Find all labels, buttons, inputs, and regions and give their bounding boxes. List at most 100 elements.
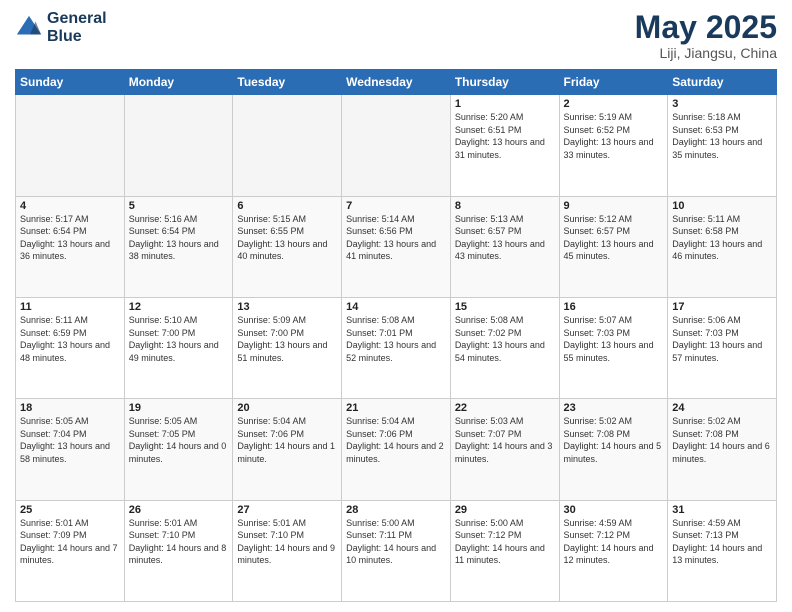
weekday-header: Tuesday bbox=[233, 70, 342, 95]
day-info: Sunrise: 5:07 AMSunset: 7:03 PMDaylight:… bbox=[564, 314, 664, 364]
day-number: 25 bbox=[20, 504, 120, 516]
day-info: Sunrise: 5:13 AMSunset: 6:57 PMDaylight:… bbox=[455, 213, 555, 263]
day-number: 5 bbox=[129, 200, 229, 212]
month-title: May 2025 bbox=[635, 10, 777, 45]
day-info: Sunrise: 5:11 AMSunset: 6:58 PMDaylight:… bbox=[672, 213, 772, 263]
day-info: Sunrise: 5:01 AMSunset: 7:10 PMDaylight:… bbox=[237, 517, 337, 567]
calendar-cell: 8Sunrise: 5:13 AMSunset: 6:57 PMDaylight… bbox=[450, 196, 559, 297]
calendar-cell bbox=[233, 95, 342, 196]
title-block: May 2025 Liji, Jiangsu, China bbox=[635, 10, 777, 61]
calendar-cell: 12Sunrise: 5:10 AMSunset: 7:00 PMDayligh… bbox=[124, 297, 233, 398]
day-info: Sunrise: 5:02 AMSunset: 7:08 PMDaylight:… bbox=[564, 415, 664, 465]
day-info: Sunrise: 5:04 AMSunset: 7:06 PMDaylight:… bbox=[237, 415, 337, 465]
calendar-cell: 26Sunrise: 5:01 AMSunset: 7:10 PMDayligh… bbox=[124, 500, 233, 601]
logo-text: General Blue bbox=[47, 10, 107, 45]
day-info: Sunrise: 5:03 AMSunset: 7:07 PMDaylight:… bbox=[455, 415, 555, 465]
day-number: 19 bbox=[129, 402, 229, 414]
day-info: Sunrise: 5:10 AMSunset: 7:00 PMDaylight:… bbox=[129, 314, 229, 364]
day-number: 16 bbox=[564, 301, 664, 313]
logo: General Blue bbox=[15, 10, 107, 45]
calendar-cell: 24Sunrise: 5:02 AMSunset: 7:08 PMDayligh… bbox=[668, 399, 777, 500]
day-number: 11 bbox=[20, 301, 120, 313]
day-number: 26 bbox=[129, 504, 229, 516]
calendar-cell: 13Sunrise: 5:09 AMSunset: 7:00 PMDayligh… bbox=[233, 297, 342, 398]
day-number: 21 bbox=[346, 402, 446, 414]
day-number: 1 bbox=[455, 98, 555, 110]
day-info: Sunrise: 5:18 AMSunset: 6:53 PMDaylight:… bbox=[672, 111, 772, 161]
calendar-cell: 6Sunrise: 5:15 AMSunset: 6:55 PMDaylight… bbox=[233, 196, 342, 297]
calendar-cell: 4Sunrise: 5:17 AMSunset: 6:54 PMDaylight… bbox=[16, 196, 125, 297]
day-info: Sunrise: 4:59 AMSunset: 7:12 PMDaylight:… bbox=[564, 517, 664, 567]
day-number: 4 bbox=[20, 200, 120, 212]
day-number: 6 bbox=[237, 200, 337, 212]
day-number: 14 bbox=[346, 301, 446, 313]
calendar-cell: 2Sunrise: 5:19 AMSunset: 6:52 PMDaylight… bbox=[559, 95, 668, 196]
calendar-cell: 27Sunrise: 5:01 AMSunset: 7:10 PMDayligh… bbox=[233, 500, 342, 601]
calendar-cell: 1Sunrise: 5:20 AMSunset: 6:51 PMDaylight… bbox=[450, 95, 559, 196]
calendar-cell: 29Sunrise: 5:00 AMSunset: 7:12 PMDayligh… bbox=[450, 500, 559, 601]
calendar-cell: 30Sunrise: 4:59 AMSunset: 7:12 PMDayligh… bbox=[559, 500, 668, 601]
day-info: Sunrise: 5:04 AMSunset: 7:06 PMDaylight:… bbox=[346, 415, 446, 465]
day-number: 23 bbox=[564, 402, 664, 414]
day-number: 27 bbox=[237, 504, 337, 516]
calendar-cell: 5Sunrise: 5:16 AMSunset: 6:54 PMDaylight… bbox=[124, 196, 233, 297]
day-info: Sunrise: 5:11 AMSunset: 6:59 PMDaylight:… bbox=[20, 314, 120, 364]
day-number: 20 bbox=[237, 402, 337, 414]
day-number: 24 bbox=[672, 402, 772, 414]
day-info: Sunrise: 5:00 AMSunset: 7:11 PMDaylight:… bbox=[346, 517, 446, 567]
calendar-cell bbox=[342, 95, 451, 196]
day-number: 18 bbox=[20, 402, 120, 414]
calendar-cell bbox=[124, 95, 233, 196]
day-number: 22 bbox=[455, 402, 555, 414]
day-info: Sunrise: 5:00 AMSunset: 7:12 PMDaylight:… bbox=[455, 517, 555, 567]
calendar-cell: 18Sunrise: 5:05 AMSunset: 7:04 PMDayligh… bbox=[16, 399, 125, 500]
day-info: Sunrise: 5:20 AMSunset: 6:51 PMDaylight:… bbox=[455, 111, 555, 161]
day-info: Sunrise: 4:59 AMSunset: 7:13 PMDaylight:… bbox=[672, 517, 772, 567]
weekday-header: Monday bbox=[124, 70, 233, 95]
day-number: 29 bbox=[455, 504, 555, 516]
day-info: Sunrise: 5:15 AMSunset: 6:55 PMDaylight:… bbox=[237, 213, 337, 263]
calendar-cell: 23Sunrise: 5:02 AMSunset: 7:08 PMDayligh… bbox=[559, 399, 668, 500]
day-info: Sunrise: 5:09 AMSunset: 7:00 PMDaylight:… bbox=[237, 314, 337, 364]
day-number: 28 bbox=[346, 504, 446, 516]
calendar-cell: 3Sunrise: 5:18 AMSunset: 6:53 PMDaylight… bbox=[668, 95, 777, 196]
day-number: 8 bbox=[455, 200, 555, 212]
location: Liji, Jiangsu, China bbox=[635, 45, 777, 61]
calendar-cell: 9Sunrise: 5:12 AMSunset: 6:57 PMDaylight… bbox=[559, 196, 668, 297]
calendar-cell: 14Sunrise: 5:08 AMSunset: 7:01 PMDayligh… bbox=[342, 297, 451, 398]
calendar-cell: 22Sunrise: 5:03 AMSunset: 7:07 PMDayligh… bbox=[450, 399, 559, 500]
calendar-cell: 17Sunrise: 5:06 AMSunset: 7:03 PMDayligh… bbox=[668, 297, 777, 398]
day-number: 30 bbox=[564, 504, 664, 516]
calendar-cell: 7Sunrise: 5:14 AMSunset: 6:56 PMDaylight… bbox=[342, 196, 451, 297]
calendar-cell: 11Sunrise: 5:11 AMSunset: 6:59 PMDayligh… bbox=[16, 297, 125, 398]
day-number: 10 bbox=[672, 200, 772, 212]
day-number: 17 bbox=[672, 301, 772, 313]
calendar-cell: 25Sunrise: 5:01 AMSunset: 7:09 PMDayligh… bbox=[16, 500, 125, 601]
day-number: 15 bbox=[455, 301, 555, 313]
day-number: 12 bbox=[129, 301, 229, 313]
day-info: Sunrise: 5:01 AMSunset: 7:09 PMDaylight:… bbox=[20, 517, 120, 567]
calendar-cell: 16Sunrise: 5:07 AMSunset: 7:03 PMDayligh… bbox=[559, 297, 668, 398]
weekday-header: Sunday bbox=[16, 70, 125, 95]
day-number: 3 bbox=[672, 98, 772, 110]
day-info: Sunrise: 5:17 AMSunset: 6:54 PMDaylight:… bbox=[20, 213, 120, 263]
day-info: Sunrise: 5:16 AMSunset: 6:54 PMDaylight:… bbox=[129, 213, 229, 263]
day-info: Sunrise: 5:12 AMSunset: 6:57 PMDaylight:… bbox=[564, 213, 664, 263]
calendar-cell: 19Sunrise: 5:05 AMSunset: 7:05 PMDayligh… bbox=[124, 399, 233, 500]
day-number: 13 bbox=[237, 301, 337, 313]
day-number: 2 bbox=[564, 98, 664, 110]
day-info: Sunrise: 5:08 AMSunset: 7:02 PMDaylight:… bbox=[455, 314, 555, 364]
day-number: 31 bbox=[672, 504, 772, 516]
calendar-cell: 28Sunrise: 5:00 AMSunset: 7:11 PMDayligh… bbox=[342, 500, 451, 601]
day-number: 7 bbox=[346, 200, 446, 212]
header: General Blue May 2025 Liji, Jiangsu, Chi… bbox=[15, 10, 777, 61]
weekday-header: Thursday bbox=[450, 70, 559, 95]
day-info: Sunrise: 5:05 AMSunset: 7:05 PMDaylight:… bbox=[129, 415, 229, 465]
day-info: Sunrise: 5:08 AMSunset: 7:01 PMDaylight:… bbox=[346, 314, 446, 364]
calendar-cell: 15Sunrise: 5:08 AMSunset: 7:02 PMDayligh… bbox=[450, 297, 559, 398]
day-info: Sunrise: 5:19 AMSunset: 6:52 PMDaylight:… bbox=[564, 111, 664, 161]
logo-icon bbox=[15, 14, 43, 42]
day-info: Sunrise: 5:06 AMSunset: 7:03 PMDaylight:… bbox=[672, 314, 772, 364]
calendar-cell: 21Sunrise: 5:04 AMSunset: 7:06 PMDayligh… bbox=[342, 399, 451, 500]
page: General Blue May 2025 Liji, Jiangsu, Chi… bbox=[0, 0, 792, 612]
